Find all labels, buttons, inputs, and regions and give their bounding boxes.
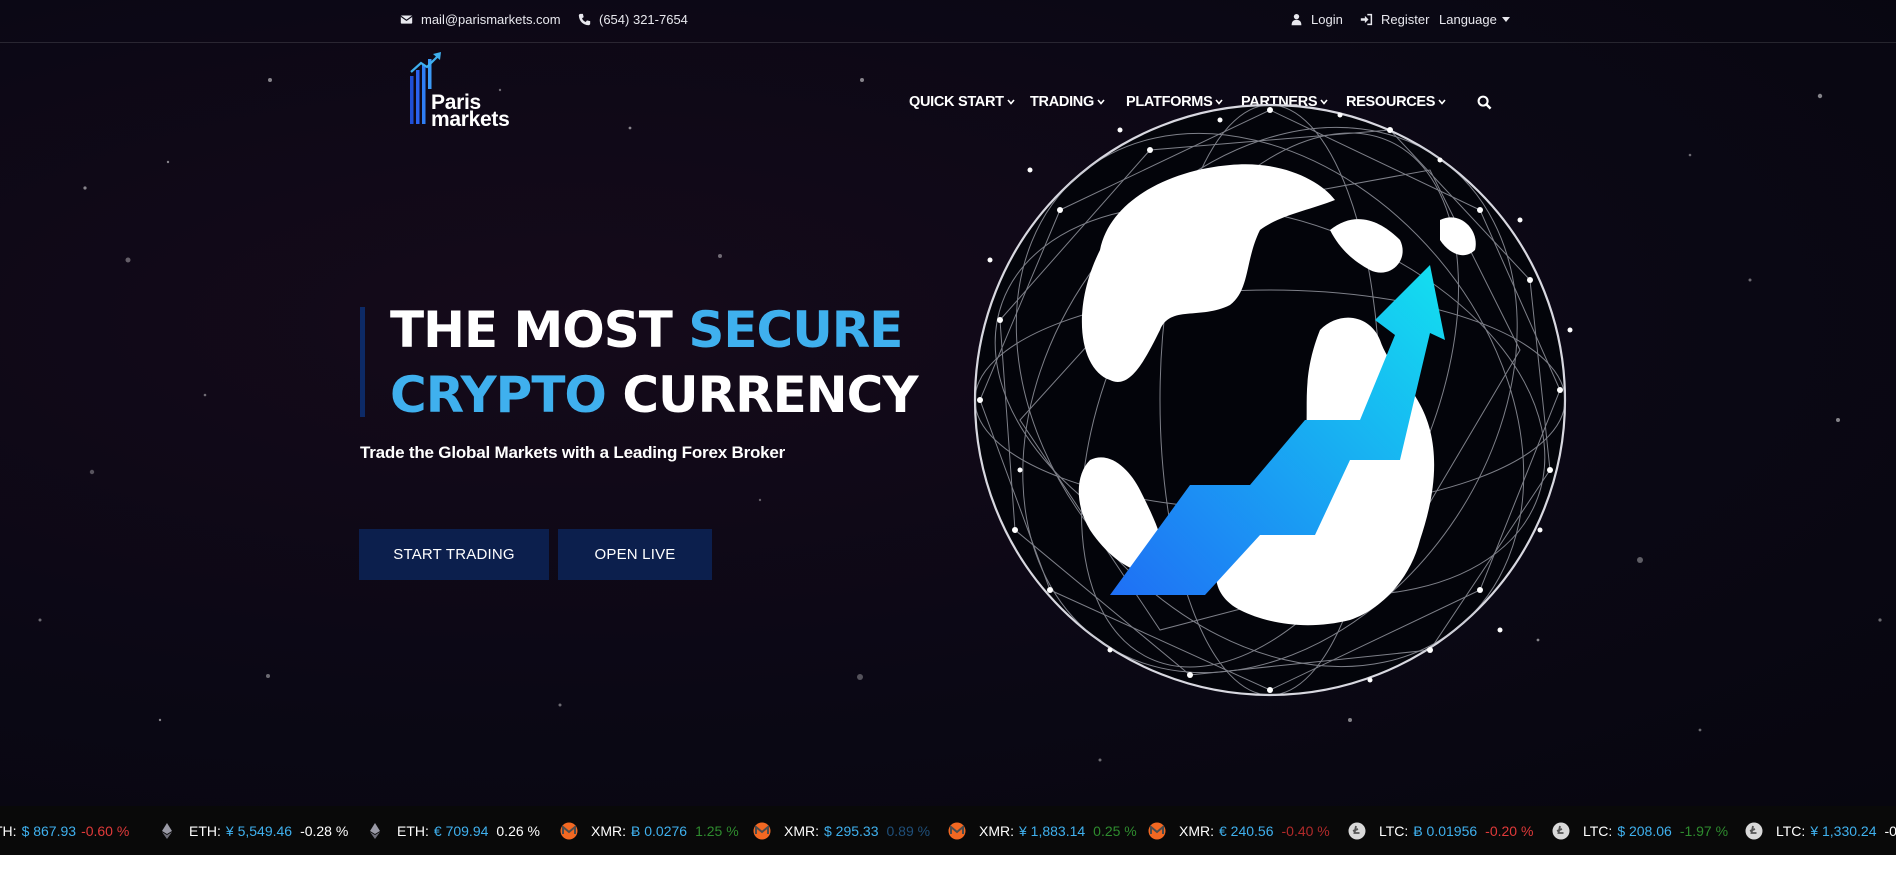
ticker-item[interactable]: ETH: € 709.94 0.26 %	[366, 806, 540, 855]
ltc-icon	[1348, 822, 1366, 839]
title-word-secure: SECURE	[688, 301, 903, 359]
register-link[interactable]: Register	[1360, 12, 1429, 27]
email-text: mail@parismarkets.com	[421, 12, 561, 27]
phone-link[interactable]: (654) 321-7654	[578, 12, 688, 27]
ticker-item[interactable]: XMR: ¥ 1,883.14 0.25 %	[948, 806, 1137, 855]
register-label: Register	[1381, 12, 1430, 27]
ticker-item[interactable]: XMR: $ 295.33 0.89 %	[753, 806, 930, 855]
phone-icon	[578, 13, 591, 26]
ticker-item[interactable]: LTC: $ 208.06 -1.97 %	[1552, 806, 1728, 855]
hero-subtitle: Trade the Global Markets with a Leading …	[360, 443, 786, 462]
email-link[interactable]: mail@parismarkets.com	[400, 12, 561, 27]
title-accent-bar	[360, 307, 365, 417]
eth-icon	[370, 822, 380, 839]
ticker-item[interactable]: LTC: Ƀ 0.01956 -0.20 %	[1348, 806, 1533, 855]
start-trading-button[interactable]: START TRADING	[359, 529, 549, 580]
xmr-icon	[948, 822, 966, 839]
xmr-icon	[753, 822, 771, 839]
ltc-icon	[1552, 822, 1570, 839]
top-contact-bar: mail@parismarkets.com (654) 321-7654 Log…	[0, 0, 1896, 43]
eth-icon	[162, 822, 172, 839]
ticker-item[interactable]: TH: $ 867.93 -0.60 %	[0, 806, 129, 855]
login-link[interactable]: Login	[1290, 12, 1343, 27]
ticker-item[interactable]: LTC: ¥ 1,330.24 -0.2	[1745, 806, 1896, 855]
caret-down-icon	[1501, 17, 1510, 22]
xmr-icon	[560, 822, 578, 839]
sign-in-icon	[1360, 13, 1373, 26]
language-label: Language	[1439, 12, 1497, 27]
title-word-the-most: THE MOST	[390, 301, 673, 359]
envelope-icon	[400, 15, 413, 24]
starfield-background	[38, 78, 1882, 762]
logo-text-markets: markets	[431, 108, 510, 131]
hero-title: THE MOST SECURE CRYPTO CURRENCY	[390, 298, 919, 428]
network-globe-illustration	[973, 103, 1573, 697]
ticker-item[interactable]: XMR: € 240.56 -0.40 %	[1148, 806, 1330, 855]
ticker-item[interactable]: XMR: Ƀ 0.0276 1.25 %	[560, 806, 739, 855]
hero-section: mail@parismarkets.com (654) 321-7654 Log…	[0, 0, 1896, 806]
paris-markets-logo[interactable]: Paris markets	[410, 52, 520, 131]
title-word-crypto: CRYPTO	[390, 366, 607, 424]
title-word-currency: CURRENCY	[622, 366, 918, 424]
crypto-price-ticker: TH: $ 867.93 -0.60 % ETH: ¥ 5,549.46 -0.…	[0, 806, 1896, 855]
xmr-icon	[1148, 822, 1166, 839]
ticker-item[interactable]: ETH: ¥ 5,549.46 -0.28 %	[158, 806, 348, 855]
open-live-button[interactable]: OPEN LIVE	[558, 529, 712, 580]
language-dropdown[interactable]: Language	[1439, 12, 1510, 27]
user-icon	[1291, 13, 1302, 26]
ltc-icon	[1745, 822, 1763, 839]
phone-text: (654) 321-7654	[599, 12, 688, 27]
login-label: Login	[1311, 12, 1343, 27]
